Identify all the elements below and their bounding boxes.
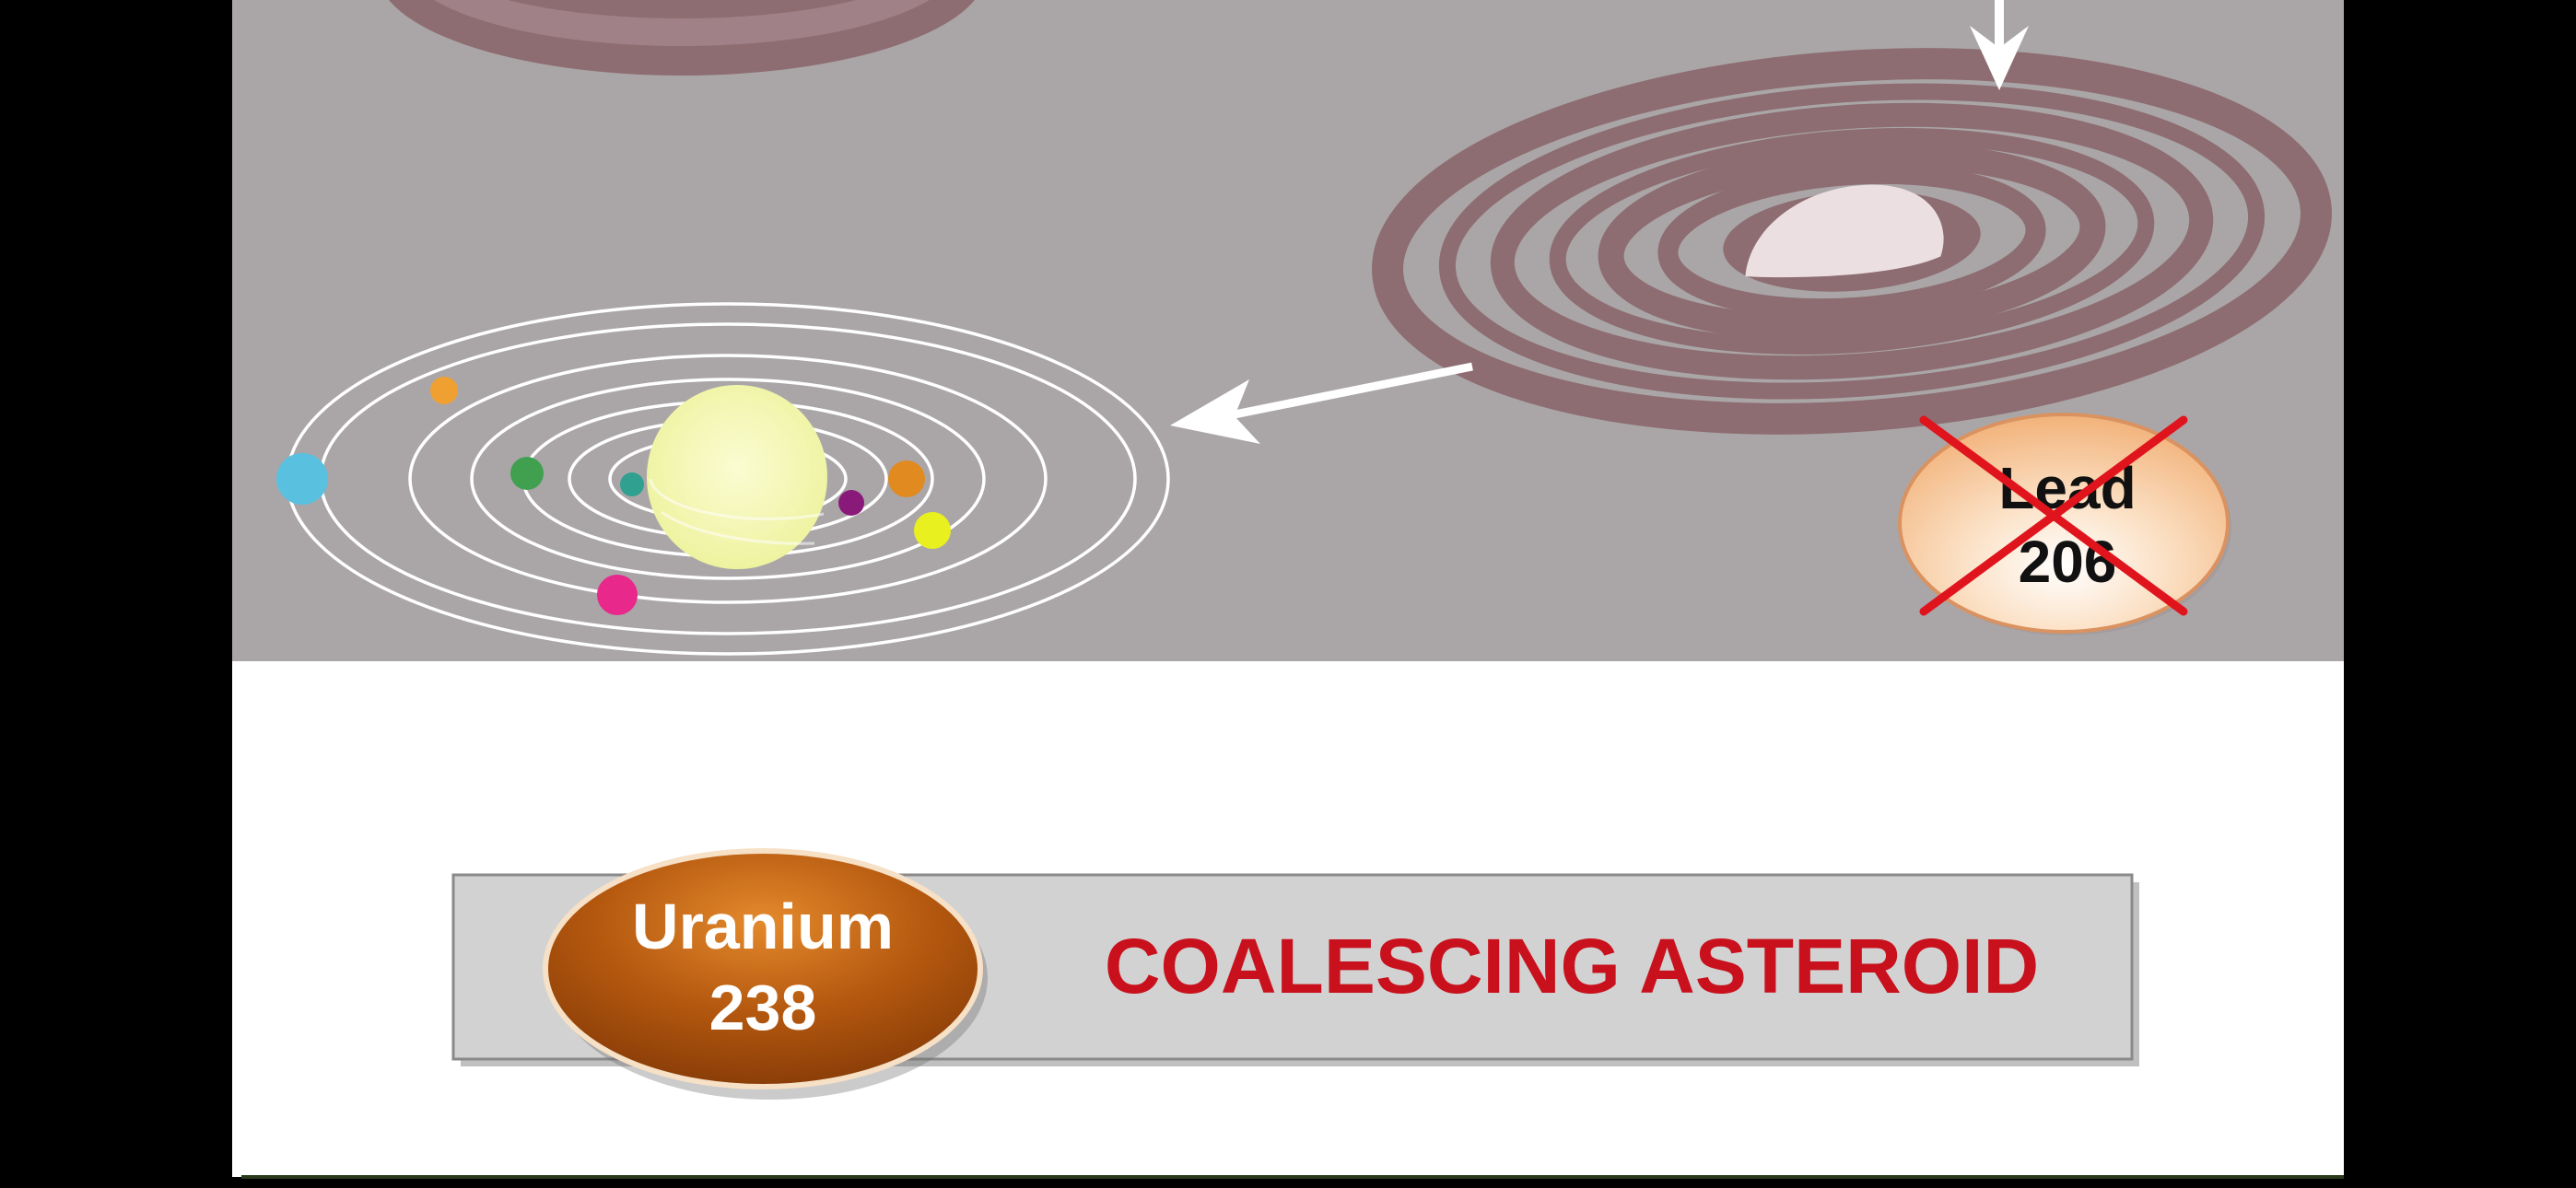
left-letterbox	[0, 0, 232, 1188]
planet-orange	[888, 460, 925, 497]
planet-purple	[838, 490, 864, 516]
planet-orange-small	[430, 377, 458, 404]
planet-blue	[276, 453, 328, 505]
slide-drawing: Lead 206 COALESCING ASTEROID Uranium 238	[0, 0, 2576, 1188]
caption-title: COALESCING ASTEROID	[1105, 923, 2039, 1009]
sun	[647, 385, 827, 569]
planet-yellow	[914, 512, 951, 549]
uranium-label-line2: 238	[709, 972, 817, 1043]
slide-canvas: Lead 206 COALESCING ASTEROID Uranium 238	[0, 0, 2576, 1188]
planet-teal	[620, 472, 644, 496]
right-letterbox	[2344, 0, 2576, 1188]
lead-206-badge: Lead 206	[1898, 413, 2231, 635]
uranium-label-line1: Uranium	[632, 891, 894, 962]
lead-label-line2: 206	[2019, 529, 2117, 595]
planet-green	[510, 457, 544, 490]
planet-pink	[597, 575, 638, 615]
